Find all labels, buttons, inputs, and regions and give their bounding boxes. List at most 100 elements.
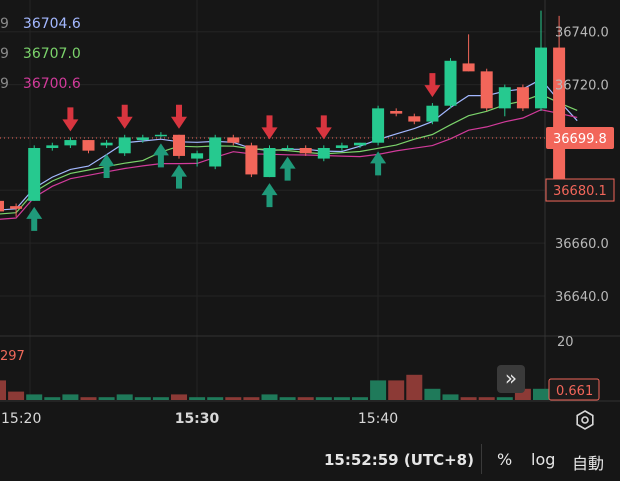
volume-bar-23 (406, 374, 423, 400)
buy-signal-arrow-2 (26, 206, 43, 231)
price-tick-0: 36740.0 (555, 26, 609, 41)
volume-bar-20 (352, 397, 368, 400)
candle-body-19 (335, 145, 348, 148)
buy-signal-arrow-15 (261, 183, 278, 208)
expand-chevron-icon[interactable]: » (497, 365, 525, 393)
sell-signal-arrow-10 (171, 104, 187, 129)
ma-legend-1: 9 36704.6 (0, 16, 81, 32)
candle-body-6 (100, 142, 113, 146)
volume-bar-13 (225, 397, 242, 400)
volume-bar-8 (134, 397, 151, 400)
volume-bar-5 (80, 397, 97, 400)
sell-signal-arrow-15 (261, 115, 278, 140)
candle-body-14 (245, 145, 258, 175)
clock-time: 15:52:59 (UTC+8) (324, 451, 474, 469)
candle-body-26 (462, 63, 475, 72)
volume-bar-22 (388, 380, 405, 400)
candle-body-7 (118, 137, 131, 154)
candle-body-15 (263, 148, 276, 178)
candle-body-17 (299, 148, 312, 154)
volume-bar-4 (62, 394, 79, 400)
volume-bar-7 (116, 394, 133, 400)
candle-body-5 (82, 140, 95, 151)
settings-gear-icon[interactable] (574, 409, 596, 431)
volume-bar-19 (333, 397, 350, 400)
moving-average-line-2 (0, 93, 578, 215)
volume-bar-27 (478, 397, 495, 400)
volume-bar-26 (460, 397, 477, 400)
percent-scale-button[interactable]: % (497, 450, 512, 469)
buy-signal-arrow-10 (171, 164, 187, 189)
candle-body-12 (209, 137, 222, 167)
volume-bar-9 (152, 397, 169, 400)
volume-bar-12 (207, 397, 224, 400)
volume-bar-17 (297, 397, 314, 400)
sell-signal-arrow-7 (116, 104, 133, 129)
candle-body-16 (281, 148, 294, 150)
volume-bar-24 (424, 388, 441, 400)
candle-body-10 (173, 134, 185, 156)
volume-legend: 297 (0, 349, 25, 364)
candle-body-22 (390, 111, 403, 114)
candle-body-30 (535, 47, 547, 109)
price-tick-1: 36720.0 (555, 79, 609, 94)
sell-signal-arrow-18 (315, 115, 332, 140)
volume-bar-14 (243, 397, 260, 400)
candle-body-1 (10, 206, 23, 209)
volume-bar-1 (8, 391, 25, 400)
ma-period-3: 9 (0, 76, 9, 92)
candle-body-3 (46, 145, 59, 148)
sell-signal-arrow-24 (424, 73, 441, 98)
volume-tick-0: 20 (557, 335, 574, 350)
candle-body-2 (28, 148, 41, 201)
candle-body-25 (444, 60, 457, 106)
candle-body-18 (317, 148, 330, 159)
volume-bar-6 (98, 397, 115, 400)
volume-bar-28 (496, 397, 513, 400)
ma-period-1: 9 (0, 16, 9, 32)
volume-value: 297 (0, 349, 25, 364)
candle-body-9 (154, 134, 167, 137)
candle-body-8 (136, 137, 149, 141)
time-tick-1: 15:30 (175, 411, 220, 427)
ma-value-2: 36707.0 (22, 46, 81, 62)
volume-bar-30 (533, 388, 549, 400)
candle-body-29 (516, 87, 529, 109)
candle-body-13 (227, 137, 240, 143)
time-tick-0: 15:20 (1, 411, 41, 427)
candle-body-11 (191, 153, 204, 159)
last-price-label: 36699.8 (553, 132, 607, 147)
volume-bar-21 (370, 380, 387, 400)
candle-body-0 (0, 200, 4, 212)
volume-indicator-label: 0.661 (556, 384, 593, 399)
candle-body-23 (408, 116, 421, 122)
ma-period-2: 9 (0, 46, 9, 62)
sell-signal-arrow-4 (62, 107, 79, 132)
log-scale-button[interactable]: log (531, 450, 555, 469)
toolbar-divider (481, 444, 482, 474)
time-tick-2: 15:40 (358, 411, 398, 427)
volume-bar-18 (315, 397, 332, 400)
price-tick-5: 36640.0 (555, 290, 609, 305)
volume-bar-25 (442, 394, 459, 400)
volume-bar-10 (171, 394, 187, 400)
candle-body-28 (498, 87, 511, 109)
candle-body-24 (426, 105, 439, 122)
volume-bar-0 (0, 380, 6, 400)
candlestick-chart[interactable]: 36740.036720.036700.036680.036660.036640… (0, 0, 620, 433)
volume-bar-11 (189, 397, 206, 400)
candle-body-20 (354, 142, 366, 146)
candle-body-31 (553, 47, 566, 191)
ma-legend-3: 9 36700.6 (0, 76, 81, 92)
price-tick-4: 36660.0 (555, 237, 609, 252)
candle-body-21 (372, 108, 385, 143)
auto-scale-button[interactable]: 自動 (572, 450, 604, 474)
ma-legend-2: 9 36707.0 (0, 46, 81, 62)
candle-body-27 (480, 71, 493, 109)
volume-bar-16 (279, 397, 296, 400)
bottom-toolbar (0, 433, 620, 481)
ma-value-3: 36700.6 (22, 76, 81, 92)
volume-bar-15 (261, 394, 278, 400)
buy-signal-arrow-16 (279, 156, 296, 181)
current-price-label: 36680.1 (553, 184, 607, 199)
